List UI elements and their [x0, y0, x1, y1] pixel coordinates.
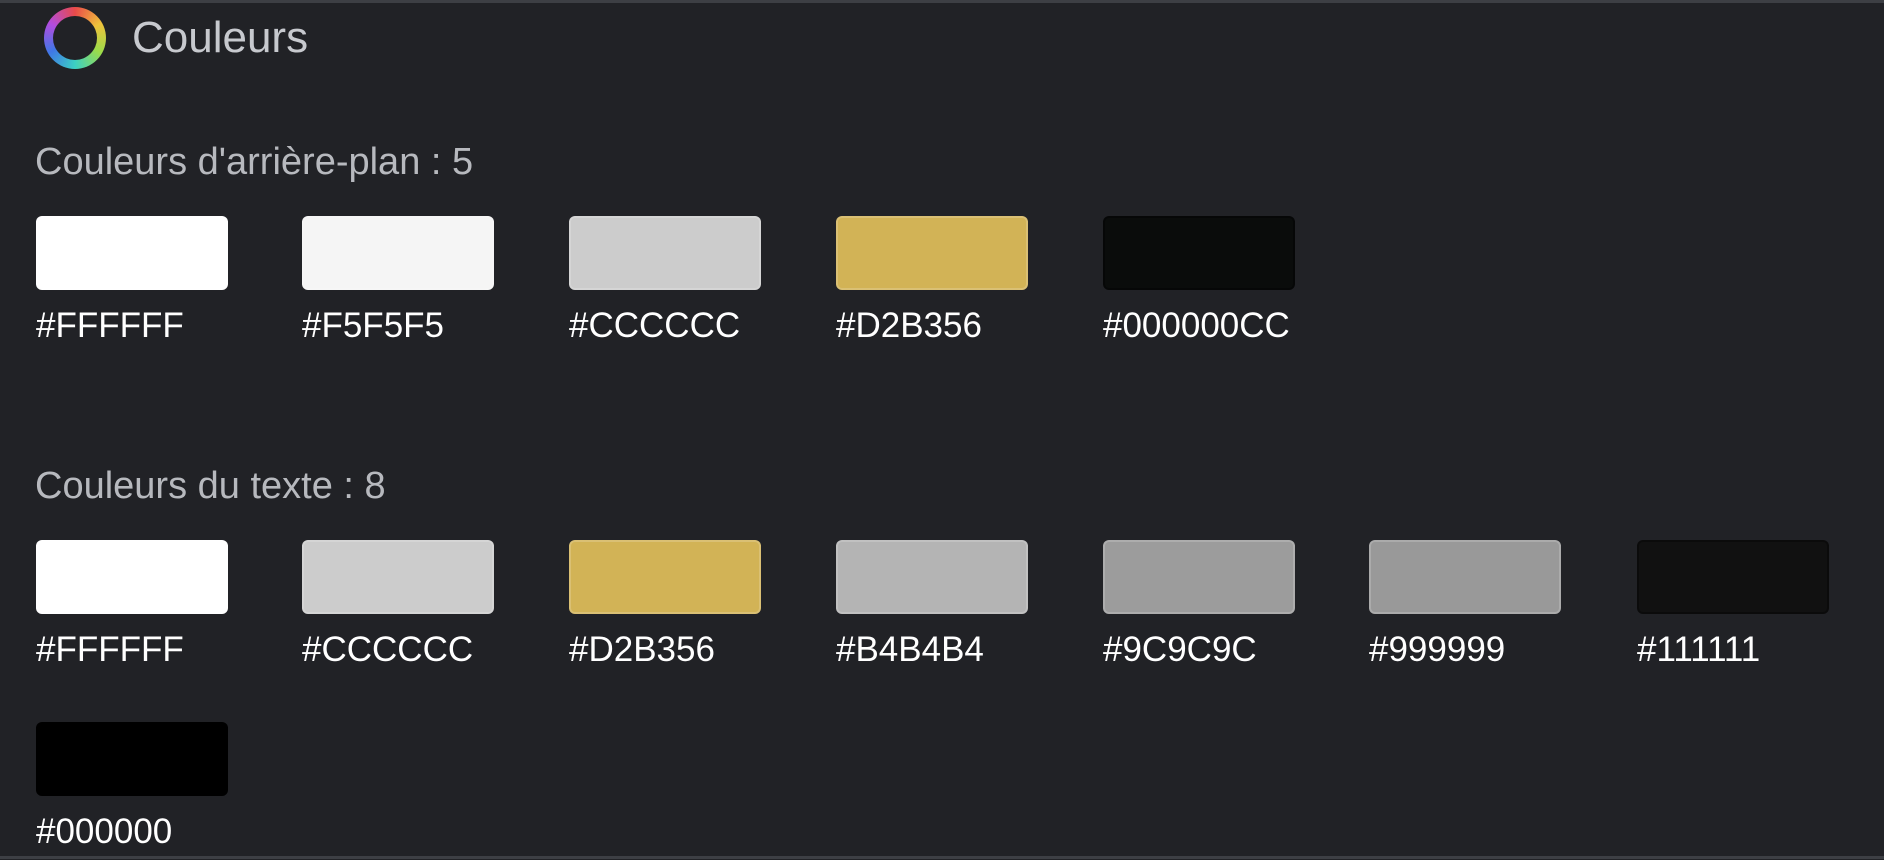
color-swatch[interactable] — [836, 216, 1028, 290]
text-color-item: #CCCCCC — [302, 540, 498, 667]
color-hex-label: #000000 — [36, 812, 173, 851]
text-color-item: #B4B4B4 — [836, 540, 1032, 667]
color-hex-label: #9C9C9C — [1103, 630, 1257, 669]
color-swatch[interactable] — [1369, 540, 1561, 614]
color-wheel-icon — [44, 7, 106, 69]
color-swatch[interactable] — [36, 540, 228, 614]
color-swatch[interactable] — [1103, 216, 1295, 290]
bg-color-item: #CCCCCC — [569, 216, 765, 343]
background-colors-heading: Couleurs d'arrière-plan : 5 — [35, 141, 474, 183]
color-swatch[interactable] — [302, 216, 494, 290]
color-hex-label: #FFFFFF — [36, 630, 184, 669]
color-swatch[interactable] — [36, 216, 228, 290]
bg-color-item: #F5F5F5 — [302, 216, 498, 343]
color-hex-label: #D2B356 — [836, 306, 982, 345]
text-color-item: #111111 — [1637, 540, 1833, 667]
color-swatch[interactable] — [36, 722, 228, 796]
color-swatch[interactable] — [302, 540, 494, 614]
text-color-item: #000000 — [36, 722, 232, 849]
color-swatch[interactable] — [569, 540, 761, 614]
text-colors-heading: Couleurs du texte : 8 — [35, 465, 386, 507]
color-swatch[interactable] — [569, 216, 761, 290]
text-color-item: #999999 — [1369, 540, 1565, 667]
text-color-item: #9C9C9C — [1103, 540, 1299, 667]
color-hex-label: #000000CC — [1103, 306, 1290, 345]
color-swatch[interactable] — [1103, 540, 1295, 614]
color-hex-label: #FFFFFF — [36, 306, 184, 345]
color-swatch[interactable] — [1637, 540, 1829, 614]
color-hex-label: #CCCCCC — [569, 306, 741, 345]
text-color-item: #D2B356 — [569, 540, 765, 667]
color-hex-label: #111111 — [1637, 630, 1761, 669]
color-hex-label: #D2B356 — [569, 630, 715, 669]
page-title: Couleurs — [132, 13, 309, 62]
color-hex-label: #CCCCCC — [302, 630, 474, 669]
color-hex-label: #B4B4B4 — [836, 630, 984, 669]
color-swatch[interactable] — [836, 540, 1028, 614]
bg-color-item: #FFFFFF — [36, 216, 232, 343]
top-border — [0, 0, 1884, 3]
colors-header: Couleurs — [44, 6, 308, 70]
bg-color-item: #000000CC — [1103, 216, 1299, 343]
bg-color-item: #D2B356 — [836, 216, 1032, 343]
color-hex-label: #F5F5F5 — [302, 306, 444, 345]
bottom-border — [0, 856, 1884, 859]
color-hex-label: #999999 — [1369, 630, 1506, 669]
text-color-item: #FFFFFF — [36, 540, 232, 667]
